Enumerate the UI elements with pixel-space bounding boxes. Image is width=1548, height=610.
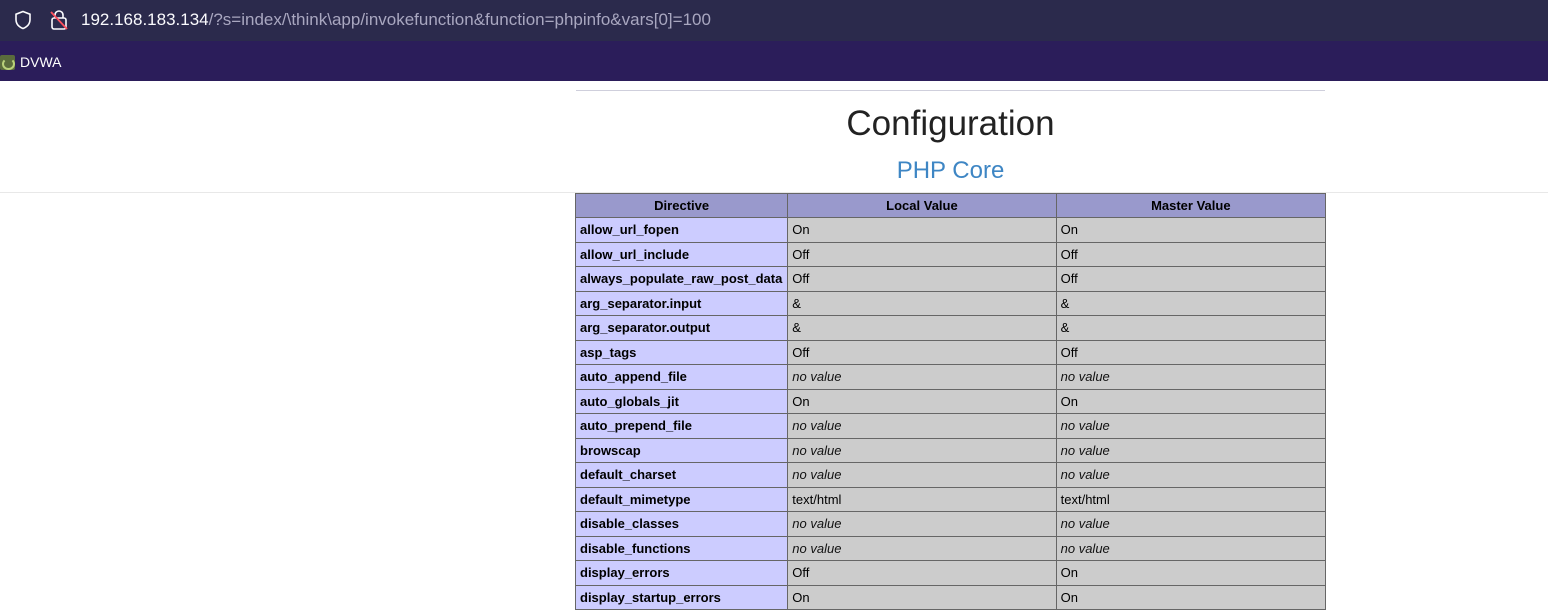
master-value-cell: no value <box>1055 437 1327 463</box>
local-value-text: no value <box>792 540 842 556</box>
local-value-cell: On <box>787 584 1057 610</box>
master-value-text: no value <box>1060 467 1110 483</box>
local-value-cell: On <box>787 388 1057 414</box>
page-content: Configuration PHP Core Directive Local V… <box>0 81 1548 610</box>
directive-cell: disable_functions <box>574 535 789 561</box>
directive-cell: default_mimetype <box>574 486 789 512</box>
directive-cell: auto_prepend_file <box>574 413 789 439</box>
master-value-cell: Off <box>1055 266 1327 292</box>
directive-cell: display_errors <box>574 560 789 586</box>
directive-cell: auto_append_file <box>574 364 789 390</box>
master-value-cell: no value <box>1055 413 1327 439</box>
master-value-text: no value <box>1060 516 1110 532</box>
local-value-text: no value <box>792 369 842 385</box>
local-value-cell: no value <box>787 364 1057 390</box>
master-value-cell: & <box>1055 315 1327 341</box>
table-row: auto_prepend_file no value no value <box>574 413 1327 439</box>
local-value-cell: & <box>787 290 1057 316</box>
table-row: browscap no value no value <box>574 437 1327 463</box>
master-value-text: no value <box>1060 369 1110 385</box>
master-value-cell: no value <box>1055 462 1327 488</box>
dvwa-favicon-icon <box>0 54 15 70</box>
directive-cell: auto_globals_jit <box>574 388 789 414</box>
master-value-cell: Off <box>1055 241 1327 267</box>
local-value-cell: no value <box>787 511 1057 537</box>
directive-cell: allow_url_fopen <box>574 217 789 243</box>
bookmarks-toolbar: DVWA <box>0 41 1548 81</box>
master-value-cell: no value <box>1055 511 1327 537</box>
local-value-cell: no value <box>787 413 1057 439</box>
master-value-cell: no value <box>1055 535 1327 561</box>
table-row: arg_separator.output & & <box>574 315 1327 341</box>
local-value-cell: & <box>787 315 1057 341</box>
local-value-cell: no value <box>787 535 1057 561</box>
address-bar[interactable]: 192.168.183.134/?s=index/\think\app/invo… <box>0 0 1548 41</box>
url-path: /?s=index/\think\app/invokefunction&func… <box>208 10 711 29</box>
master-value-text: no value <box>1060 442 1110 458</box>
local-value-cell: text/html <box>787 486 1057 512</box>
table-row: auto_globals_jit On On <box>574 388 1327 414</box>
table-row: display_startup_errors On On <box>574 584 1327 610</box>
directive-cell: always_populate_raw_post_data <box>574 266 789 292</box>
local-value-cell: Off <box>787 266 1057 292</box>
table-row: default_mimetype text/html text/html <box>574 486 1327 512</box>
local-value-text: no value <box>792 516 842 532</box>
directive-cell: arg_separator.output <box>574 315 789 341</box>
master-value-cell: no value <box>1055 364 1327 390</box>
directive-cell: disable_classes <box>574 511 789 537</box>
local-value-text: no value <box>792 467 842 483</box>
table-row: default_charset no value no value <box>574 462 1327 488</box>
master-value-text: no value <box>1060 418 1110 434</box>
divider <box>576 90 1325 91</box>
local-value-cell: Off <box>787 560 1057 586</box>
header-master-value: Master Value <box>1055 193 1327 218</box>
table-row: allow_url_fopen On On <box>574 217 1327 243</box>
local-value-cell: Off <box>787 339 1057 365</box>
directive-cell: allow_url_include <box>574 241 789 267</box>
master-value-cell: On <box>1055 560 1327 586</box>
insecure-connection-lock-icon[interactable] <box>49 9 69 31</box>
local-value-cell: Off <box>787 241 1057 267</box>
url-text[interactable]: 192.168.183.134/?s=index/\think\app/invo… <box>81 10 711 30</box>
local-value-text: no value <box>792 442 842 458</box>
directive-cell: display_startup_errors <box>574 584 789 610</box>
local-value-cell: On <box>787 217 1057 243</box>
directive-cell: browscap <box>574 437 789 463</box>
directive-cell: default_charset <box>574 462 789 488</box>
local-value-cell: no value <box>787 437 1057 463</box>
directive-cell: asp_tags <box>574 339 789 365</box>
table-header-row: Directive Local Value Master Value <box>574 193 1327 218</box>
header-local-value: Local Value <box>787 193 1057 218</box>
master-value-cell: Off <box>1055 339 1327 365</box>
local-value-cell: no value <box>787 462 1057 488</box>
master-value-cell: On <box>1055 388 1327 414</box>
header-directive: Directive <box>574 193 789 218</box>
table-row: display_errors Off On <box>574 560 1327 586</box>
master-value-cell: text/html <box>1055 486 1327 512</box>
local-value-text: no value <box>792 418 842 434</box>
master-value-cell: On <box>1055 217 1327 243</box>
table-row: asp_tags Off Off <box>574 339 1327 365</box>
bookmark-label: DVWA <box>20 54 62 70</box>
sub-section-title[interactable]: PHP Core <box>576 157 1325 185</box>
master-value-cell: & <box>1055 290 1327 316</box>
table-row: auto_append_file no value no value <box>574 364 1327 390</box>
configuration-table: Directive Local Value Master Value allow… <box>574 193 1327 610</box>
table-row: allow_url_include Off Off <box>574 241 1327 267</box>
bookmark-dvwa[interactable]: DVWA <box>0 53 61 71</box>
directive-cell: arg_separator.input <box>574 290 789 316</box>
table-row: arg_separator.input & & <box>574 290 1327 316</box>
url-host: 192.168.183.134 <box>81 10 209 29</box>
tracking-protection-shield-icon[interactable] <box>13 10 33 30</box>
master-value-cell: On <box>1055 584 1327 610</box>
master-value-text: no value <box>1060 540 1110 556</box>
table-row: disable_classes no value no value <box>574 511 1327 537</box>
section-title: Configuration <box>846 104 1055 143</box>
table-row: always_populate_raw_post_data Off Off <box>574 266 1327 292</box>
table-row: disable_functions no value no value <box>574 535 1327 561</box>
